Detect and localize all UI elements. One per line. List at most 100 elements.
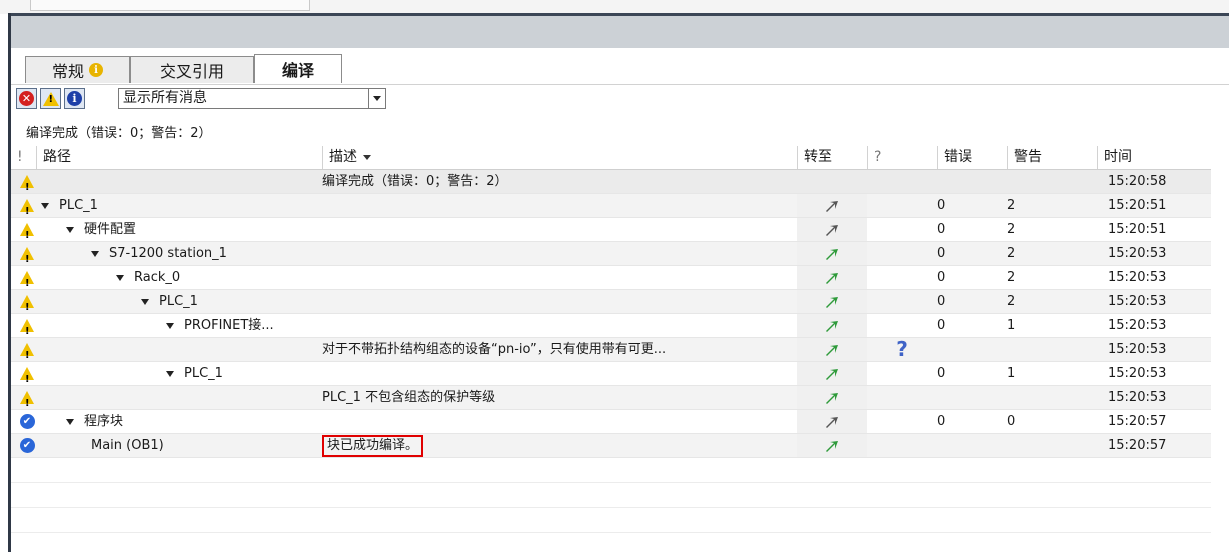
goto-arrow-icon[interactable]	[825, 247, 839, 261]
filter-warnings-button[interactable]	[40, 88, 61, 109]
table-header: ! 路径 描述 转至 ? 错误 警告 时间	[11, 146, 1211, 170]
expand-triangle-icon[interactable]	[166, 322, 174, 329]
row-warning-count	[1007, 338, 1097, 361]
table-row[interactable]: 编译完成（错误：0；警告：2） 15:20:58	[11, 170, 1211, 199]
filter-errors-button[interactable]: ✕	[16, 88, 37, 109]
goto-arrow-icon[interactable]	[825, 415, 839, 429]
error-icon: ✕	[19, 91, 34, 106]
empty-row	[11, 508, 1211, 533]
row-goto[interactable]	[797, 290, 867, 313]
expand-triangle-icon[interactable]	[66, 226, 74, 233]
column-header-description[interactable]: 描述	[322, 146, 797, 169]
table-row[interactable]: ✔ 程序块 0 0 15:20:57	[11, 410, 1211, 434]
tab-compile[interactable]: 编译	[254, 54, 342, 83]
warning-icon	[20, 391, 34, 415]
row-goto[interactable]	[797, 410, 867, 433]
row-goto[interactable]	[797, 434, 867, 457]
row-error-count	[937, 170, 1007, 193]
row-help	[867, 314, 937, 337]
row-description: 对于不带拓扑结构组态的设备“pn-io”，只有使用带有可更...	[322, 338, 666, 361]
row-help[interactable]: ?	[867, 338, 937, 361]
expand-triangle-icon[interactable]	[116, 274, 124, 281]
table-row[interactable]: 对于不带拓扑结构组态的设备“pn-io”，只有使用带有可更...? 15:20:5…	[11, 338, 1211, 367]
row-path: Main (OB1)	[91, 434, 164, 457]
filter-info-button[interactable]: i	[64, 88, 85, 109]
row-goto[interactable]	[797, 386, 867, 409]
row-time: 15:20:58	[1108, 174, 1167, 189]
table-row[interactable]: S7-1200 station_1 0 2 15:20:53	[11, 242, 1211, 271]
row-time: 15:20:53	[1108, 342, 1167, 357]
table-row[interactable]: PLC_1 不包含组态的保护等级 15:20:53	[11, 386, 1211, 415]
column-header-warnings[interactable]: 警告	[1007, 146, 1097, 169]
row-status: ✔	[15, 410, 39, 433]
empty-row	[11, 483, 1211, 508]
goto-arrow-icon[interactable]	[825, 367, 839, 381]
row-goto[interactable]	[797, 362, 867, 385]
row-goto[interactable]	[797, 338, 867, 361]
row-warning-count: 2	[1007, 270, 1016, 285]
row-goto[interactable]	[797, 314, 867, 337]
tab-cross-reference-label: 交叉引用	[159, 62, 224, 81]
column-header-help[interactable]: ?	[867, 146, 937, 169]
row-goto[interactable]	[797, 218, 867, 241]
row-warning-count: 2	[1007, 246, 1016, 261]
row-warning-count: 1	[1007, 318, 1016, 333]
expand-triangle-icon[interactable]	[66, 418, 74, 425]
row-path-text: PROFINET接...	[184, 318, 274, 333]
goto-arrow-icon[interactable]	[825, 295, 839, 309]
column-header-status[interactable]: !	[11, 146, 36, 169]
row-goto[interactable]	[797, 194, 867, 217]
row-help	[867, 290, 937, 313]
dropdown-arrow-icon[interactable]	[368, 89, 385, 108]
table-row[interactable]: PROFINET接... 0 1 15:20:53	[11, 314, 1211, 343]
row-error-count	[937, 338, 1007, 361]
expand-triangle-icon[interactable]	[141, 298, 149, 305]
row-error-count: 0	[937, 198, 946, 213]
table-row[interactable]: PLC_1 0 2 15:20:51	[11, 194, 1211, 223]
compile-messages-table: 编译完成（错误：0；警告：2）15:20:58PLC_10215:20:51硬件…	[11, 170, 1211, 533]
row-error-count: 0	[937, 294, 946, 309]
expand-triangle-icon[interactable]	[166, 370, 174, 377]
row-goto[interactable]	[797, 266, 867, 289]
row-error-count: 0	[937, 222, 946, 237]
row-status	[15, 170, 39, 199]
row-time: 15:20:53	[1108, 318, 1167, 333]
table-row[interactable]: 硬件配置 0 2 15:20:51	[11, 218, 1211, 247]
row-status	[15, 314, 39, 343]
row-path: PROFINET接...	[166, 314, 274, 337]
row-warning-count	[1007, 434, 1097, 457]
table-row[interactable]: Rack_0 0 2 15:20:53	[11, 266, 1211, 295]
table-row[interactable]: PLC_1 0 2 15:20:53	[11, 290, 1211, 319]
row-path: S7-1200 station_1	[91, 242, 227, 265]
row-time: 15:20:57	[1108, 438, 1167, 453]
column-header-errors[interactable]: 错误	[937, 146, 1007, 169]
row-status	[15, 362, 39, 391]
goto-arrow-icon[interactable]	[825, 343, 839, 357]
table-row[interactable]: PLC_1 0 1 15:20:53	[11, 362, 1211, 391]
warning-icon	[20, 367, 34, 391]
expand-triangle-icon[interactable]	[91, 250, 99, 257]
help-question-icon[interactable]: ?	[896, 338, 908, 361]
row-error-count	[937, 434, 1007, 457]
column-header-goto[interactable]: 转至	[797, 146, 867, 169]
goto-arrow-icon[interactable]	[825, 199, 839, 213]
row-time: 15:20:53	[1108, 246, 1167, 261]
table-row[interactable]: ✔ Main (OB1) 块已成功编译。 15:20:57	[11, 434, 1211, 458]
tab-compile-label: 编译	[281, 61, 314, 80]
tab-cross-reference[interactable]: 交叉引用	[130, 56, 254, 83]
goto-arrow-icon[interactable]	[825, 271, 839, 285]
goto-arrow-icon[interactable]	[825, 319, 839, 333]
goto-arrow-icon[interactable]	[825, 391, 839, 405]
row-goto[interactable]	[797, 242, 867, 265]
expand-triangle-icon[interactable]	[41, 202, 49, 209]
row-warning-count	[1007, 170, 1097, 193]
column-header-time[interactable]: 时间	[1097, 146, 1211, 169]
message-filter-select[interactable]: 显示所有消息	[118, 88, 386, 109]
goto-arrow-icon[interactable]	[825, 223, 839, 237]
row-help	[867, 266, 937, 289]
row-warning-count: 2	[1007, 222, 1016, 237]
row-path-text: S7-1200 station_1	[109, 246, 227, 261]
column-header-path[interactable]: 路径	[36, 146, 322, 169]
tab-general[interactable]: 常规 i	[25, 56, 130, 83]
goto-arrow-icon[interactable]	[825, 439, 839, 453]
